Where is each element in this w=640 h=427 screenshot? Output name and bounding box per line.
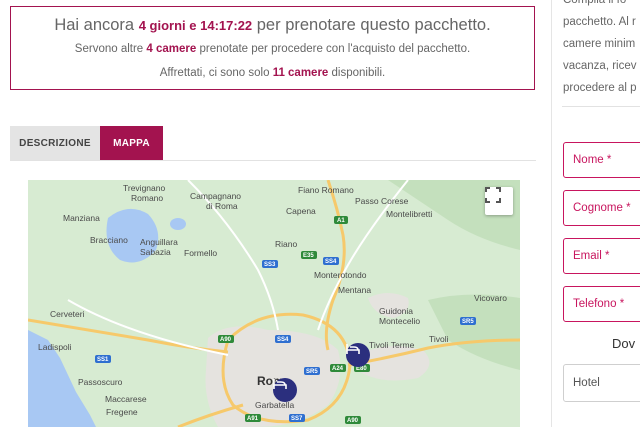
road-shield: A91 [245, 414, 261, 422]
required-marker: * [619, 298, 625, 310]
lake-martignano [170, 218, 186, 230]
place-label: Formello [184, 248, 217, 258]
road-label: A90 [347, 418, 359, 424]
nome-field[interactable]: Nome * [563, 142, 640, 178]
place-label: Riano [275, 239, 297, 249]
alert-countdown-text: Hai ancora 4 giorni e 14:17:22 per preno… [54, 16, 491, 34]
place-label: Tivoli [429, 334, 449, 344]
place-label: Anguillara [140, 237, 178, 247]
field-placeholder: Telefono [573, 298, 617, 310]
place-label: Fiano Romano [298, 185, 354, 195]
place-label: Maccarese [105, 394, 147, 404]
field-placeholder: Cognome [573, 202, 623, 214]
road-label: SS1 [97, 357, 109, 363]
bed-icon [273, 379, 287, 389]
road-shield: A90 [218, 335, 234, 343]
road-shield: SS4 [323, 257, 339, 265]
road-label: SS4 [325, 259, 337, 265]
road-shield: SR5 [304, 367, 320, 375]
hotel-map-pin[interactable] [346, 343, 370, 367]
alert-rooms-available-text: Affrettati, ci sono solo 11 camere dispo… [159, 67, 386, 79]
place-label: Romano [131, 193, 163, 203]
road-shield: SS1 [95, 355, 111, 363]
road-label: A24 [332, 366, 344, 372]
sidebar-text-line: procedere al p [563, 82, 637, 94]
place-label: Sabazia [140, 247, 171, 257]
email-field[interactable]: Email * [563, 238, 640, 274]
road-shield: SR5 [460, 317, 476, 325]
package-alert-box: Hai ancora 4 giorni e 14:17:22 per preno… [10, 6, 535, 90]
road-shield: SS3 [262, 260, 278, 268]
sidebar-text-line: pacchetto. Al r [563, 16, 636, 28]
place-label: Garbatella [255, 400, 294, 410]
tab-descrizione[interactable]: DESCRIZIONE [10, 126, 100, 161]
place-label: Guidonia [379, 306, 413, 316]
sidebar-text-line: vacanza, ricev [563, 60, 637, 72]
required-marker: * [626, 202, 631, 214]
place-label: Mentana [338, 285, 371, 295]
telefono-field[interactable]: Telefono * [563, 286, 640, 322]
rooms-available-count: 11 camere [272, 67, 329, 79]
road-label: A1 [337, 218, 345, 224]
hotel-select[interactable]: Hotel [563, 364, 640, 402]
road-label: SS4 [277, 337, 289, 343]
road-label: A90 [220, 337, 232, 343]
road-shield: A1 [334, 216, 348, 224]
place-label: Monterotondo [314, 270, 367, 280]
road-shield: A90 [345, 416, 361, 424]
fullscreen-button[interactable] [485, 187, 513, 215]
days-remaining: 4 giorni [138, 18, 186, 33]
road-label: SS7 [291, 416, 303, 422]
road-label: A91 [247, 416, 259, 422]
road-shield: A24 [330, 364, 346, 372]
column-divider [551, 0, 552, 427]
place-label: Passo Corese [355, 196, 409, 206]
road-shield: SS7 [289, 414, 305, 422]
sidebar-divider [562, 106, 640, 107]
dove-label: Dov [612, 336, 636, 351]
cognome-field[interactable]: Cognome * [563, 190, 640, 226]
road-label: SS3 [264, 262, 276, 268]
map-view[interactable]: A1 E35 SS3 SS4 SS4 A90 SS1 SR5 SR5 A24 E… [28, 180, 520, 427]
place-label: Tivoli Terme [369, 340, 415, 350]
place-label: Cerveteri [50, 309, 85, 319]
road-shield: E35 [301, 251, 317, 259]
rooms-needed-count: 4 camere [146, 43, 197, 55]
sidebar-text-line: Compila il fo [563, 0, 627, 6]
place-label: Ladispoli [38, 342, 72, 352]
road-label: SR5 [306, 369, 318, 375]
place-label: Manziana [63, 213, 100, 223]
hotel-map-pin[interactable] [273, 378, 297, 402]
sidebar-intro-text: Compila il fo pacchetto. Al r camere min… [563, 0, 640, 99]
road-label: SR5 [462, 319, 474, 325]
place-label: Vicovaro [474, 293, 507, 303]
field-placeholder: Nome [573, 154, 604, 166]
tab-divider [10, 160, 536, 161]
place-label: Montecelio [379, 316, 420, 326]
place-label: Capena [286, 206, 316, 216]
required-marker: * [606, 154, 612, 166]
fullscreen-icon [485, 187, 501, 203]
road-shield: SS4 [275, 335, 291, 343]
place-label: Montelibretti [386, 209, 432, 219]
forest-patch [428, 294, 520, 370]
required-marker: * [604, 250, 610, 262]
field-placeholder: Email [573, 250, 602, 262]
time-remaining: 14:17:22 [200, 18, 253, 33]
place-label: Passoscuro [78, 377, 123, 387]
place-label: Fregene [106, 407, 138, 417]
tab-mappa[interactable]: MAPPA [100, 126, 163, 161]
bed-icon [346, 344, 360, 354]
alert-rooms-needed-text: Servono altre 4 camere prenotate per pro… [74, 43, 471, 55]
place-label: Campagnano [190, 191, 241, 201]
place-label: di Roma [206, 201, 238, 211]
road-label: E35 [303, 253, 314, 259]
place-label: Trevignano [123, 183, 165, 193]
road-ss1 [67, 299, 229, 356]
sidebar-text-line: camere minim [563, 38, 636, 50]
place-label: Bracciano [90, 235, 128, 245]
